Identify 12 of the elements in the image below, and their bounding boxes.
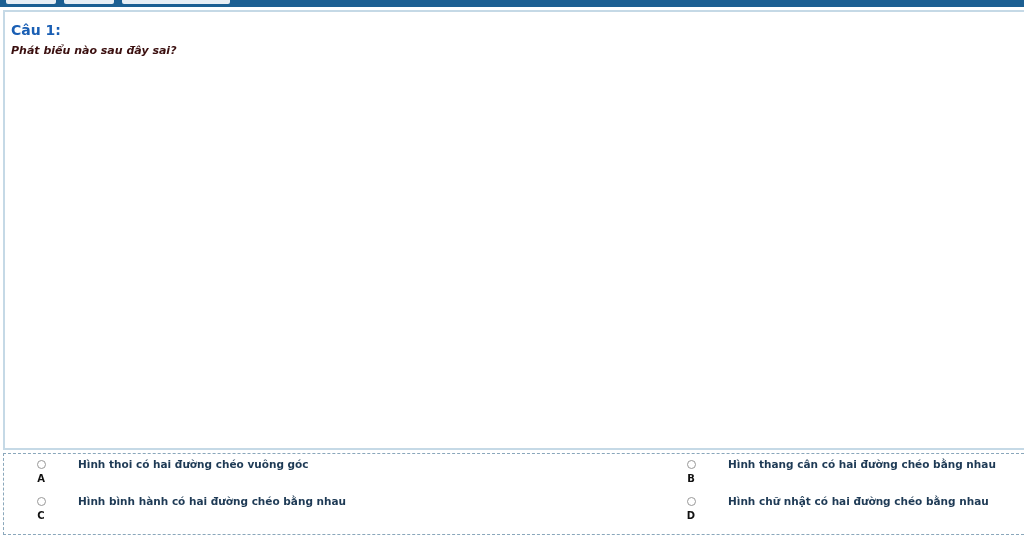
- option-text[interactable]: Hình thoi có hai đường chéo vuông góc: [78, 458, 309, 470]
- option-text[interactable]: Hình bình hành có hai đường chéo bằng nhau: [78, 495, 347, 507]
- option-text[interactable]: Hình chữ nhật có hai đường chéo bằng nhau: [728, 495, 989, 507]
- question-number: Câu 1:: [11, 22, 61, 38]
- toolbar-button[interactable]: [64, 0, 114, 4]
- option-letter: B: [687, 473, 695, 484]
- option-text[interactable]: Hình thang cân có hai đường chéo bằng nhau: [728, 458, 996, 470]
- option-letter: D: [686, 510, 696, 521]
- option-letter: A: [37, 473, 45, 484]
- question-text: Phát biểu nào sau đây sai?: [11, 44, 177, 57]
- option-letter: C: [37, 510, 45, 521]
- toolbar-button[interactable]: [6, 0, 56, 4]
